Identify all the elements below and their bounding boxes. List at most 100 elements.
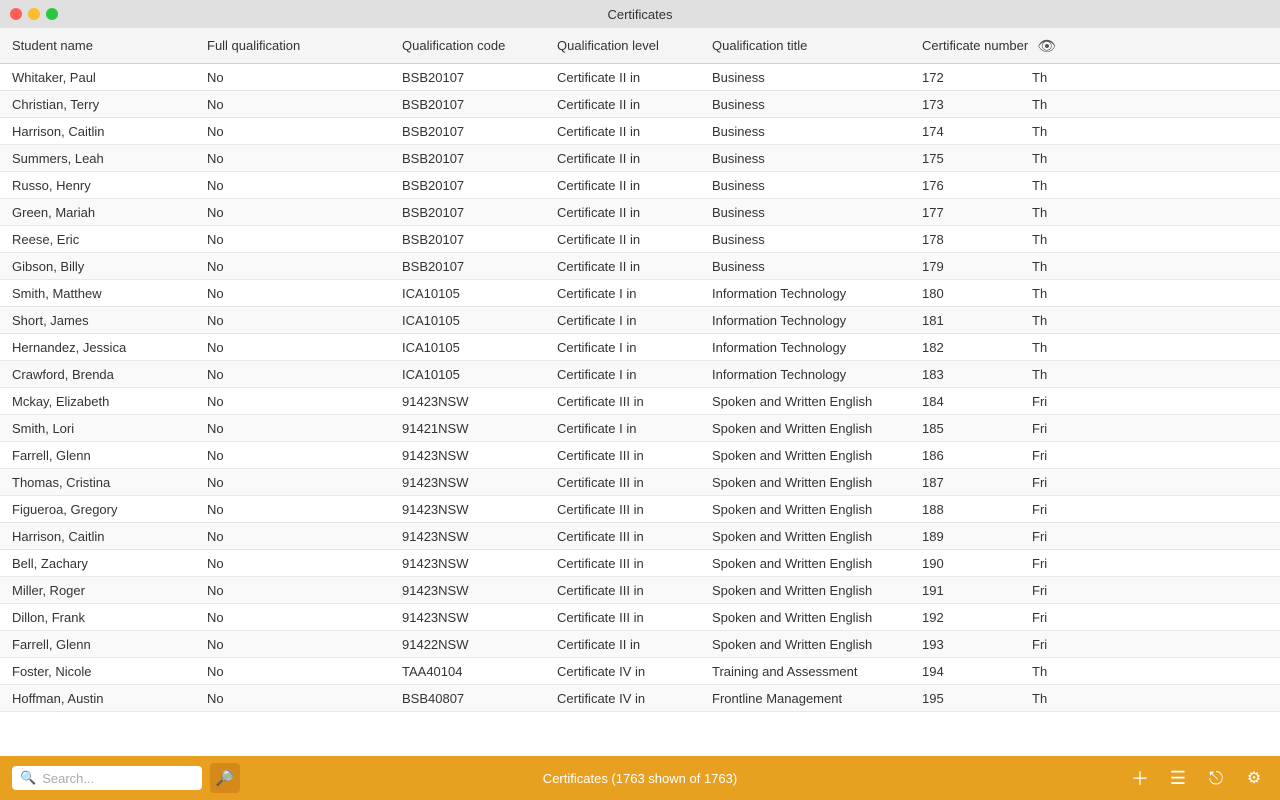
cell-level: Certificate II in — [557, 178, 712, 193]
table-row[interactable]: Bell, Zachary No 91423NSW Certificate II… — [0, 550, 1280, 577]
cell-code: BSB20107 — [402, 205, 557, 220]
table-row[interactable]: Harrison, Caitlin No BSB20107 Certificat… — [0, 118, 1280, 145]
cell-student: Crawford, Brenda — [12, 367, 207, 382]
cell-code: BSB20107 — [402, 259, 557, 274]
cell-student: Dillon, Frank — [12, 610, 207, 625]
cell-number: 194 — [922, 664, 1032, 679]
cell-code: BSB20107 — [402, 178, 557, 193]
table-row[interactable]: Smith, Matthew No ICA10105 Certificate I… — [0, 280, 1280, 307]
table-row[interactable]: Gibson, Billy No BSB20107 Certificate II… — [0, 253, 1280, 280]
table-row[interactable]: Mckay, Elizabeth No 91423NSW Certificate… — [0, 388, 1280, 415]
cell-full: No — [207, 664, 402, 679]
cell-number: 174 — [922, 124, 1032, 139]
cell-title: Frontline Management — [712, 691, 922, 706]
cell-extra: Th — [1032, 367, 1268, 382]
table-row[interactable]: Christian, Terry No BSB20107 Certificate… — [0, 91, 1280, 118]
cell-code: 91423NSW — [402, 475, 557, 490]
close-button[interactable] — [10, 8, 22, 20]
col-header-student: Student name — [12, 38, 207, 53]
cell-code: BSB20107 — [402, 97, 557, 112]
table-row[interactable]: Farrell, Glenn No 91422NSW Certificate I… — [0, 631, 1280, 658]
cell-student: Harrison, Caitlin — [12, 529, 207, 544]
cell-code: TAA40104 — [402, 664, 557, 679]
table-row[interactable]: Thomas, Cristina No 91423NSW Certificate… — [0, 469, 1280, 496]
cell-full: No — [207, 691, 402, 706]
minimize-button[interactable] — [28, 8, 40, 20]
col-header-visibility[interactable]: 👁 — [1032, 37, 1062, 55]
cell-code: ICA10105 — [402, 313, 557, 328]
share-button[interactable]: ⎋ — [1202, 764, 1230, 792]
cell-full: No — [207, 421, 402, 436]
cell-extra: Fri — [1032, 502, 1268, 517]
cell-number: 186 — [922, 448, 1032, 463]
cell-full: No — [207, 529, 402, 544]
cell-number: 190 — [922, 556, 1032, 571]
cell-level: Certificate II in — [557, 259, 712, 274]
cell-level: Certificate III in — [557, 556, 712, 571]
list-view-button[interactable]: ☰ — [1164, 764, 1192, 792]
table-row[interactable]: Hoffman, Austin No BSB40807 Certificate … — [0, 685, 1280, 712]
cell-number: 183 — [922, 367, 1032, 382]
table-row[interactable]: Russo, Henry No BSB20107 Certificate II … — [0, 172, 1280, 199]
cell-title: Spoken and Written English — [712, 637, 922, 652]
cell-code: BSB20107 — [402, 151, 557, 166]
cell-title: Business — [712, 70, 922, 85]
cell-number: 184 — [922, 394, 1032, 409]
cell-student: Smith, Matthew — [12, 286, 207, 301]
cell-extra: Th — [1032, 205, 1268, 220]
cell-title: Business — [712, 205, 922, 220]
cell-extra: Th — [1032, 124, 1268, 139]
cell-title: Spoken and Written English — [712, 448, 922, 463]
table-row[interactable]: Green, Mariah No BSB20107 Certificate II… — [0, 199, 1280, 226]
table-row[interactable]: Harrison, Caitlin No 91423NSW Certificat… — [0, 523, 1280, 550]
cell-full: No — [207, 232, 402, 247]
cell-extra: Th — [1032, 232, 1268, 247]
table-row[interactable]: Smith, Lori No 91421NSW Certificate I in… — [0, 415, 1280, 442]
traffic-lights — [10, 8, 58, 20]
cell-student: Foster, Nicole — [12, 664, 207, 679]
maximize-button[interactable] — [46, 8, 58, 20]
table-row[interactable]: Farrell, Glenn No 91423NSW Certificate I… — [0, 442, 1280, 469]
table-row[interactable]: Miller, Roger No 91423NSW Certificate II… — [0, 577, 1280, 604]
cell-code: ICA10105 — [402, 286, 557, 301]
cell-level: Certificate IV in — [557, 664, 712, 679]
table-row[interactable]: Crawford, Brenda No ICA10105 Certificate… — [0, 361, 1280, 388]
table-header: Student name Full qualification Qualific… — [0, 28, 1280, 64]
table-row[interactable]: Figueroa, Gregory No 91423NSW Certificat… — [0, 496, 1280, 523]
cell-title: Information Technology — [712, 313, 922, 328]
cell-full: No — [207, 151, 402, 166]
cell-extra: Th — [1032, 70, 1268, 85]
document-search-button[interactable]: 🔎 — [210, 763, 240, 793]
add-button[interactable]: ＋ — [1126, 764, 1154, 792]
cell-extra: Fri — [1032, 583, 1268, 598]
cell-number: 193 — [922, 637, 1032, 652]
cell-number: 188 — [922, 502, 1032, 517]
cell-level: Certificate I in — [557, 421, 712, 436]
table-row[interactable]: Short, James No ICA10105 Certificate I i… — [0, 307, 1280, 334]
cell-extra: Fri — [1032, 637, 1268, 652]
cell-student: Farrell, Glenn — [12, 448, 207, 463]
cell-full: No — [207, 448, 402, 463]
table-row[interactable]: Hernandez, Jessica No ICA10105 Certifica… — [0, 334, 1280, 361]
settings-button[interactable]: ⚙ — [1240, 764, 1268, 792]
cell-title: Business — [712, 151, 922, 166]
search-input[interactable] — [42, 771, 182, 786]
cell-code: 91421NSW — [402, 421, 557, 436]
table-row[interactable]: Reese, Eric No BSB20107 Certificate II i… — [0, 226, 1280, 253]
cell-level: Certificate II in — [557, 70, 712, 85]
cell-full: No — [207, 367, 402, 382]
table-row[interactable]: Dillon, Frank No 91423NSW Certificate II… — [0, 604, 1280, 631]
cell-extra: Th — [1032, 340, 1268, 355]
cell-number: 180 — [922, 286, 1032, 301]
cell-extra: Th — [1032, 259, 1268, 274]
cell-full: No — [207, 178, 402, 193]
table-row[interactable]: Whitaker, Paul No BSB20107 Certificate I… — [0, 64, 1280, 91]
cell-full: No — [207, 286, 402, 301]
cell-student: Mckay, Elizabeth — [12, 394, 207, 409]
cell-level: Certificate III in — [557, 394, 712, 409]
cell-level: Certificate II in — [557, 97, 712, 112]
cell-level: Certificate II in — [557, 151, 712, 166]
cell-code: 91423NSW — [402, 610, 557, 625]
table-row[interactable]: Foster, Nicole No TAA40104 Certificate I… — [0, 658, 1280, 685]
table-row[interactable]: Summers, Leah No BSB20107 Certificate II… — [0, 145, 1280, 172]
